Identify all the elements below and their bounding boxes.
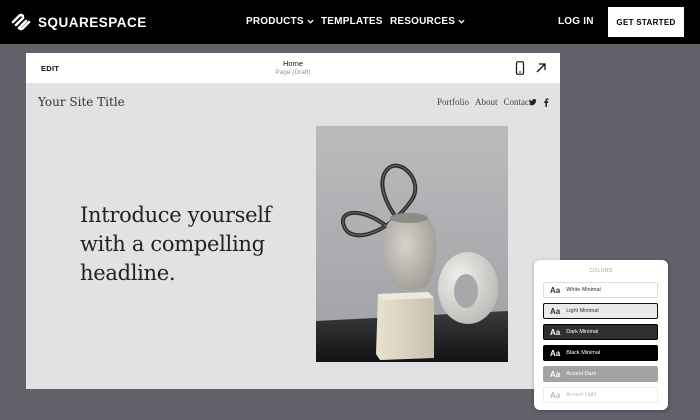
nav-templates[interactable]: TEMPLATES <box>321 16 383 27</box>
swatch-label: Accent Light <box>566 392 597 398</box>
swatch-accent-dark[interactable]: Aa Accent Dark <box>543 366 658 382</box>
site-title[interactable]: Your Site Title <box>38 95 125 109</box>
colors-panel: COLORS Aa White Minimal Aa Light Minimal… <box>534 260 668 410</box>
swatch-label: Accent Dark <box>566 371 597 377</box>
squarespace-logo-icon <box>11 13 31 31</box>
colors-panel-title: COLORS <box>589 268 613 274</box>
swatch-glyph: Aa <box>550 348 561 358</box>
chevron-down-icon <box>307 19 314 24</box>
twitter-icon[interactable] <box>529 98 537 106</box>
page-name: Home <box>282 59 303 68</box>
top-navigation: SQUARESPACE PRODUCTS TEMPLATES RESOURCES… <box>0 0 700 44</box>
mobile-preview-icon[interactable] <box>513 61 527 75</box>
nav-resources-label: RESOURCES <box>390 16 456 27</box>
nav-templates-label: TEMPLATES <box>321 16 383 27</box>
swatch-glyph: Aa <box>550 327 561 337</box>
swatch-label: White Minimal <box>566 287 601 293</box>
facebook-icon[interactable] <box>543 98 549 107</box>
nav-products[interactable]: PRODUCTS <box>246 16 314 27</box>
nav-products-label: PRODUCTS <box>246 16 304 27</box>
nav-resources[interactable]: RESOURCES <box>390 16 465 27</box>
swatch-glyph: Aa <box>550 306 561 316</box>
site-nav-portfolio[interactable]: Portfolio <box>437 97 469 107</box>
get-started-button[interactable]: GET STARTED <box>608 7 684 37</box>
chevron-down-icon <box>458 19 465 24</box>
site-nav-about[interactable]: About <box>475 97 498 107</box>
swatch-glyph: Aa <box>550 285 561 295</box>
logo-wordmark: SQUARESPACE <box>38 14 147 30</box>
swatch-dark-minimal[interactable]: Aa Dark Minimal <box>543 324 658 340</box>
open-external-icon[interactable] <box>534 61 548 75</box>
hero-sculpture-image[interactable] <box>316 126 508 362</box>
page-status: Page (Draft) <box>275 69 311 76</box>
swatch-label: Dark Minimal <box>566 329 599 335</box>
login-label: LOG IN <box>558 16 594 27</box>
swatch-accent-light[interactable]: Aa Accent Light <box>543 387 658 403</box>
page-info: Home Page (Draft) <box>26 59 560 76</box>
login-link[interactable]: LOG IN <box>558 16 594 27</box>
hero-headline[interactable]: Introduce yourself with a compelling hea… <box>80 201 320 288</box>
swatch-glyph: Aa <box>550 390 561 400</box>
editor-toolbar: EDIT Home Page (Draft) <box>26 53 560 83</box>
swatch-label: Light Minimal <box>566 308 599 314</box>
site-nav: Portfolio About Contact <box>437 97 532 107</box>
swatch-white-minimal[interactable]: Aa White Minimal <box>543 282 658 298</box>
site-editor-preview: EDIT Home Page (Draft) Your Site Title P… <box>26 53 560 389</box>
swatch-black-minimal[interactable]: Aa Black Minimal <box>543 345 658 361</box>
swatch-glyph: Aa <box>550 369 561 379</box>
swatch-light-minimal[interactable]: Aa Light Minimal <box>543 303 658 319</box>
squarespace-logo[interactable]: SQUARESPACE <box>10 11 147 33</box>
swatch-label: Black Minimal <box>566 350 601 356</box>
site-nav-contact[interactable]: Contact <box>504 97 532 107</box>
